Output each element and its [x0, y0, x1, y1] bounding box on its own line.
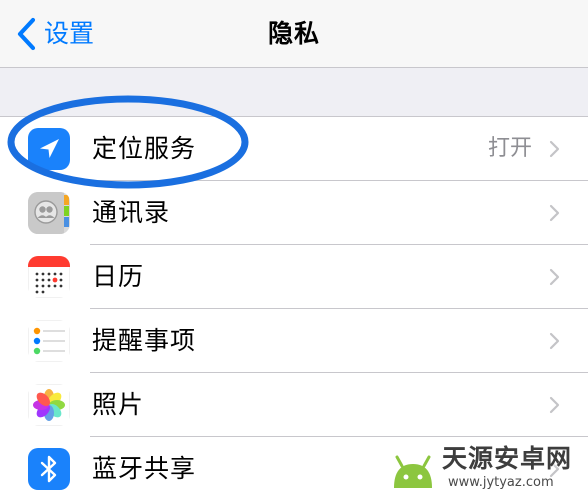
chevron-right-icon	[549, 204, 560, 222]
row-value: 打开	[487, 136, 532, 161]
reminders-icon	[28, 320, 70, 362]
contacts-icon	[28, 192, 70, 234]
location-arrow-icon	[28, 128, 70, 170]
navigation-bar: 设置 隐私	[0, 0, 588, 68]
row-label: 日历	[92, 262, 145, 291]
privacy-settings-list: 定位服务 打开 通讯录 日历 提醒事项 照片 蓝牙共享	[0, 116, 588, 501]
photos-icon	[28, 384, 70, 426]
bluetooth-icon	[28, 448, 70, 490]
chevron-right-icon	[549, 460, 560, 478]
row-bluetooth-sharing[interactable]: 蓝牙共享	[0, 437, 588, 501]
row-label: 定位服务	[92, 134, 197, 163]
row-label: 蓝牙共享	[92, 454, 197, 483]
row-contacts[interactable]: 通讯录	[0, 181, 588, 245]
row-label: 提醒事项	[92, 326, 197, 355]
section-spacer	[0, 68, 588, 116]
row-photos[interactable]: 照片	[0, 373, 588, 437]
chevron-right-icon	[549, 332, 560, 350]
row-calendar[interactable]: 日历	[0, 245, 588, 309]
row-reminders[interactable]: 提醒事项	[0, 309, 588, 373]
row-label: 照片	[92, 390, 145, 419]
chevron-right-icon	[549, 396, 560, 414]
calendar-icon	[28, 256, 70, 298]
chevron-right-icon	[549, 268, 560, 286]
chevron-right-icon	[549, 140, 560, 158]
page-title: 隐私	[267, 19, 320, 48]
row-location-services[interactable]: 定位服务 打开	[0, 117, 588, 181]
row-label: 通讯录	[92, 198, 171, 227]
